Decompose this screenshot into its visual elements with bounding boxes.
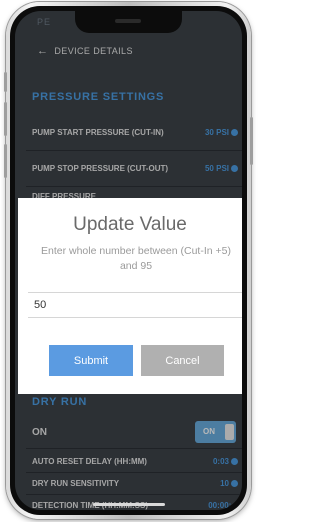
- volume-down-button: [4, 144, 7, 178]
- dialog-title: Update Value: [73, 214, 187, 235]
- dialog-message: Enter whole number between (Cut-In +5) a…: [41, 245, 231, 272]
- notch: [75, 11, 182, 33]
- speaker: [115, 19, 141, 23]
- cancel-button[interactable]: Cancel: [141, 345, 224, 376]
- home-indicator[interactable]: [93, 503, 165, 506]
- volume-up-button: [4, 102, 7, 136]
- update-value-dialog: Update Value Enter whole number between …: [18, 198, 242, 394]
- phone-frame: PE ← DEVICE DETAILS PRESSURE SETTINGS PU…: [4, 2, 253, 519]
- submit-button[interactable]: Submit: [49, 345, 133, 376]
- screen: PE ← DEVICE DETAILS PRESSURE SETTINGS PU…: [15, 11, 242, 510]
- mute-switch: [4, 72, 7, 92]
- power-button: [250, 117, 253, 165]
- value-input[interactable]: 50: [28, 292, 242, 318]
